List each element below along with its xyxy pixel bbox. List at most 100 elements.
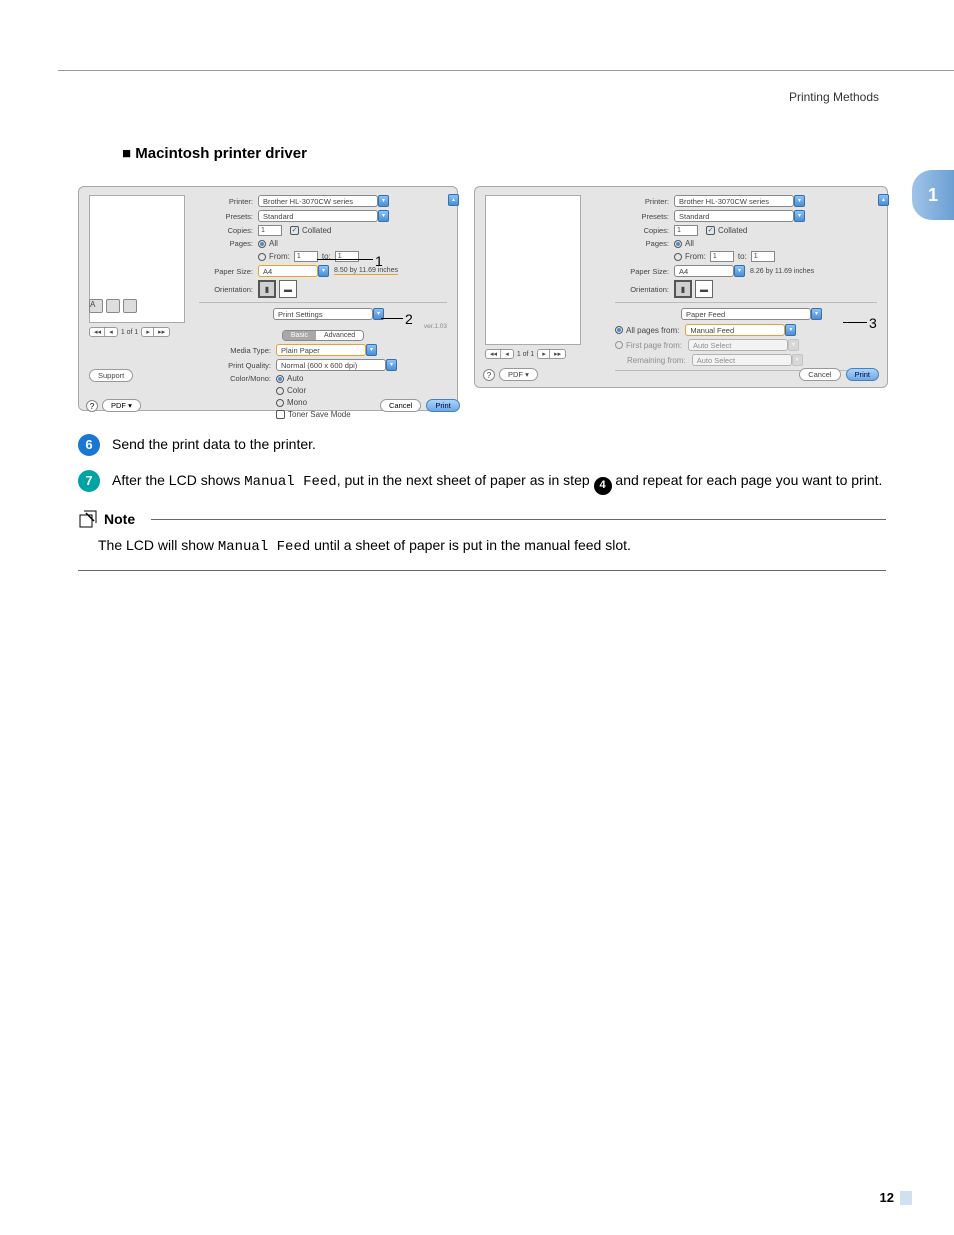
- step-6: 6 Send the print data to the printer.: [78, 434, 886, 456]
- cancel-button[interactable]: Cancel: [380, 399, 421, 412]
- callout-1: 1: [375, 253, 383, 269]
- landscape-icon[interactable]: ▬: [695, 280, 713, 298]
- copies-label: Copies:: [199, 226, 253, 235]
- dialogs-row: A ◂◂ │ ◂ 1 of 1 ▸ │ ▸▸ Printer: Brother …: [78, 186, 888, 411]
- orientation-label: Orientation:: [615, 285, 669, 294]
- landscape-icon[interactable]: ▬: [279, 280, 297, 298]
- pages-all-radio[interactable]: [674, 240, 682, 248]
- pdf-button[interactable]: PDF ▾: [499, 368, 538, 381]
- all-pages-radio[interactable]: [615, 326, 623, 334]
- nav-first[interactable]: ◂◂ │ ◂: [89, 327, 118, 337]
- callout-3: 3: [869, 315, 877, 331]
- help-icon[interactable]: ?: [86, 400, 98, 412]
- printer-select[interactable]: Brother HL-3070CW series▾: [258, 195, 378, 207]
- pages-from-radio[interactable]: [674, 253, 682, 261]
- pages-from-radio[interactable]: [258, 253, 266, 261]
- step-badge-6: 6: [78, 434, 100, 456]
- from-input[interactable]: 1: [294, 251, 318, 262]
- panel-select[interactable]: Print Settings▾: [273, 308, 373, 320]
- from-input[interactable]: 1: [710, 251, 734, 262]
- collated-check[interactable]: ✓: [706, 226, 715, 235]
- collated-label: Collated: [302, 226, 331, 235]
- help-icon[interactable]: ?: [483, 369, 495, 381]
- copies-label: Copies:: [615, 226, 669, 235]
- cancel-button[interactable]: Cancel: [799, 368, 840, 381]
- step-7-text: After the LCD shows Manual Feed, put in …: [112, 470, 882, 495]
- presets-label: Presets:: [615, 212, 669, 221]
- tab-advanced[interactable]: Advanced: [316, 331, 363, 340]
- help-row-left: ? PDF ▾: [86, 399, 141, 412]
- collapse-icon[interactable]: ▴: [878, 194, 889, 206]
- presets-select[interactable]: Standard▾: [258, 210, 378, 222]
- nav-last[interactable]: ▸ │ ▸▸: [537, 349, 566, 359]
- auto-radio[interactable]: [276, 375, 284, 383]
- preview-mode-icons: A: [89, 299, 137, 313]
- tab-basic[interactable]: Basic: [283, 331, 316, 340]
- printer-label: Printer:: [615, 197, 669, 206]
- collapse-icon[interactable]: ▴: [448, 194, 459, 206]
- chevron-down-icon: ▾: [318, 265, 329, 277]
- note-rule: [151, 519, 886, 520]
- preview-count: 1 of 1: [121, 329, 139, 336]
- chapter-tab: 1: [912, 170, 954, 220]
- note-header: Note: [78, 509, 886, 529]
- settings-panel: Printer: Brother HL-3070CW series▾ ▴ Pre…: [615, 195, 877, 376]
- portrait-icon[interactable]: ▮: [258, 280, 276, 298]
- chevron-down-icon: ▾: [794, 210, 805, 222]
- print-dialog-paperfeed: ◂◂ │ ◂ 1 of 1 ▸ │ ▸▸ Printer: Brother HL…: [474, 186, 888, 388]
- first-page-radio[interactable]: [615, 341, 623, 349]
- support-row: Support: [89, 369, 133, 382]
- mono-radio[interactable]: [276, 399, 284, 407]
- nav-last[interactable]: ▸ │ ▸▸: [141, 327, 170, 337]
- paper-dim: 8.26 by 11.69 inches: [750, 268, 814, 275]
- divider: [199, 302, 447, 303]
- chevron-down-icon: ▾: [811, 308, 822, 320]
- all-pages-select[interactable]: Manual Feed▾: [685, 324, 785, 336]
- color-radio[interactable]: [276, 387, 284, 395]
- thumb-chart-icon[interactable]: [106, 299, 120, 313]
- thumb-color-icon[interactable]: [123, 299, 137, 313]
- chevron-down-icon: ▾: [785, 324, 796, 336]
- thumb-a-icon[interactable]: A: [89, 299, 103, 313]
- section-title: Macintosh printer driver: [122, 145, 307, 162]
- callout-3-line: [843, 322, 867, 323]
- pages-all-radio[interactable]: [258, 240, 266, 248]
- step-6-text: Send the print data to the printer.: [112, 434, 316, 454]
- preview-nav: ◂◂ │ ◂ 1 of 1 ▸ │ ▸▸: [485, 349, 566, 359]
- support-button[interactable]: Support: [89, 369, 133, 382]
- panel-select[interactable]: Paper Feed▾: [681, 308, 811, 320]
- pages-label: Pages:: [199, 239, 253, 248]
- paper-size-select[interactable]: A4▾: [258, 265, 318, 277]
- pdf-button[interactable]: PDF ▾: [102, 399, 141, 412]
- printer-select[interactable]: Brother HL-3070CW series▾: [674, 195, 794, 207]
- breadcrumb: Printing Methods: [789, 90, 879, 104]
- step-badge-7: 7: [78, 470, 100, 492]
- print-button[interactable]: Print: [846, 368, 879, 381]
- preview-thumbnail: [485, 195, 581, 345]
- header-rule: [58, 70, 954, 71]
- callout-2: 2: [405, 311, 413, 327]
- first-page-select: Auto Select▾: [688, 339, 788, 351]
- to-input[interactable]: 1: [335, 251, 359, 262]
- page-number-bar: [900, 1191, 912, 1205]
- portrait-icon[interactable]: ▮: [674, 280, 692, 298]
- copies-input[interactable]: 1: [258, 225, 282, 236]
- print-quality-select[interactable]: Normal (600 x 600 dpi)▾: [276, 359, 386, 371]
- presets-label: Presets:: [199, 212, 253, 221]
- to-input[interactable]: 1: [751, 251, 775, 262]
- color-mono-label: Color/Mono:: [199, 374, 271, 383]
- collated-check[interactable]: ✓: [290, 226, 299, 235]
- body: 6 Send the print data to the printer. 7 …: [78, 434, 886, 571]
- paper-size-label: Paper Size:: [615, 267, 669, 276]
- chevron-down-icon: ▾: [378, 210, 389, 222]
- pages-label: Pages:: [615, 239, 669, 248]
- copies-input[interactable]: 1: [674, 225, 698, 236]
- paper-size-select[interactable]: A4▾: [674, 265, 734, 277]
- divider: [615, 302, 877, 303]
- sub-tabs: Basic Advanced: [282, 330, 364, 341]
- presets-select[interactable]: Standard▾: [674, 210, 794, 222]
- nav-first[interactable]: ◂◂ │ ◂: [485, 349, 514, 359]
- media-type-select[interactable]: Plain Paper▾: [276, 344, 366, 356]
- print-button[interactable]: Print: [426, 399, 459, 412]
- toner-save-check[interactable]: [276, 410, 285, 419]
